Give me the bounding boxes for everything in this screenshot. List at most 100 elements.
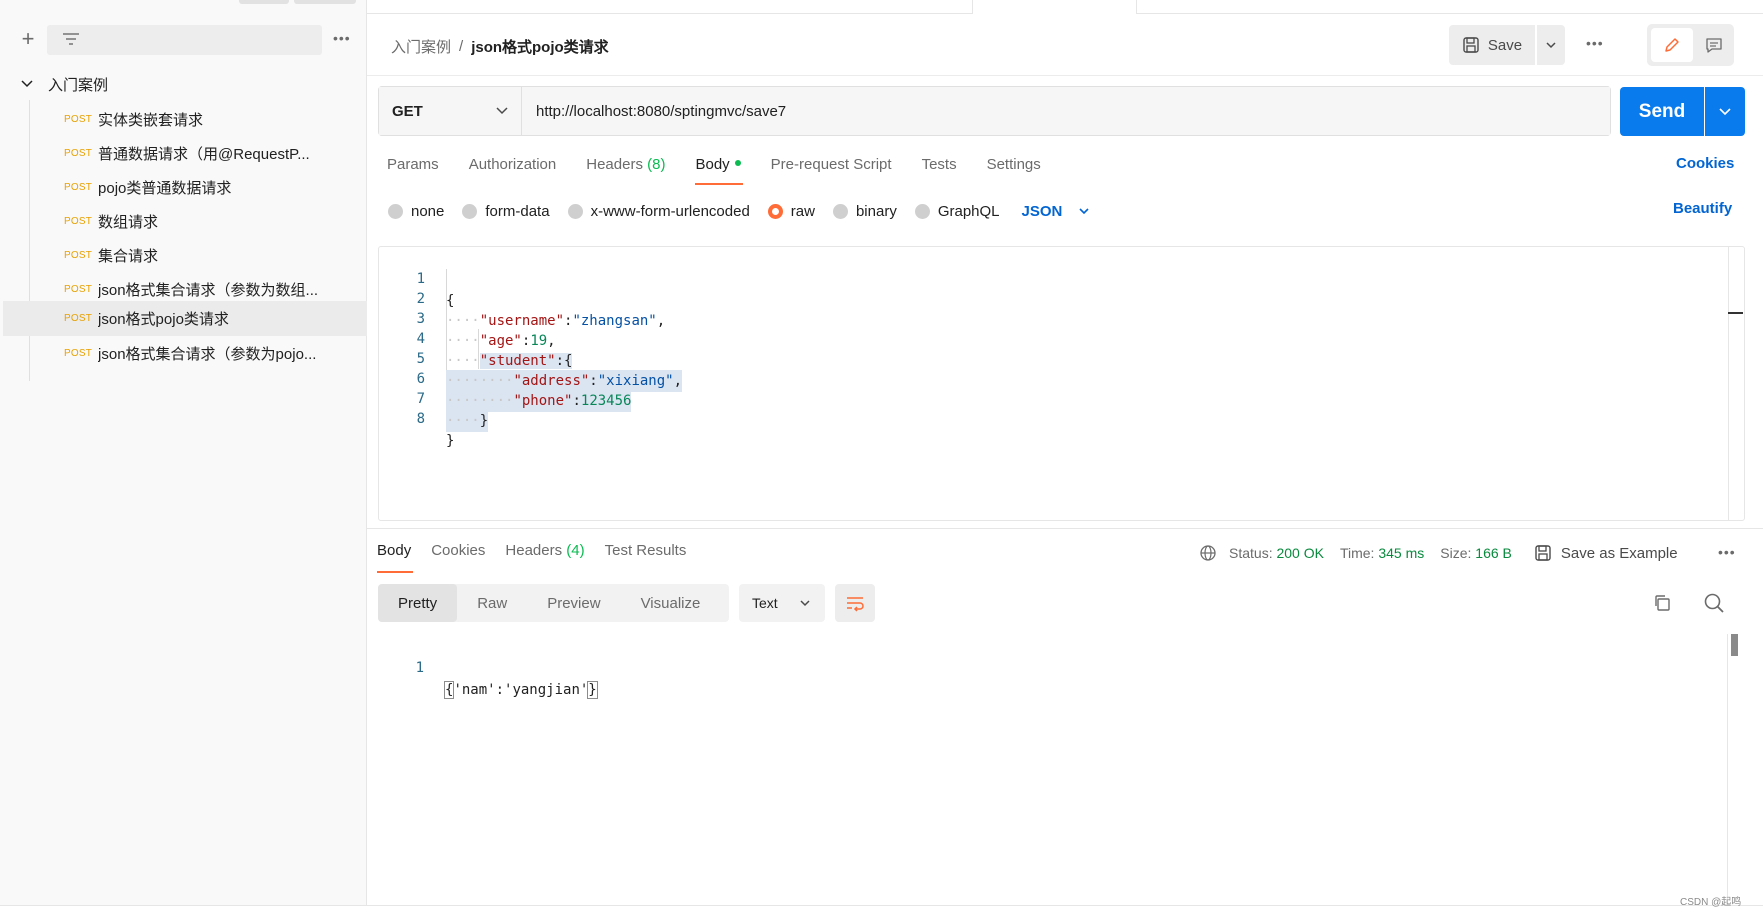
tab-authorization[interactable]: Authorization <box>469 155 557 185</box>
url-input[interactable]: http://localhost:8080/sptingmvc/save7 <box>522 87 1610 135</box>
response-meta: Status: 200 OK Time: 345 ms Size: 166 B … <box>1199 542 1678 564</box>
request-name: 实体类嵌套请求 <box>98 112 204 129</box>
chevron-down-icon <box>496 107 508 115</box>
request-name: json格式pojo类请求 <box>98 311 229 328</box>
send-button-group: Send <box>1620 87 1745 136</box>
request-name: pojo类普通数据请求 <box>98 180 232 197</box>
response-content: 'nam':'yangjian' <box>453 682 589 698</box>
tab-headers[interactable]: Headers (8) <box>586 155 665 185</box>
url-bar: GET http://localhost:8080/sptingmvc/save… <box>378 86 1611 136</box>
body-language-select[interactable]: JSON <box>1022 203 1091 220</box>
sidebar-request-item[interactable]: POST 集合请求 <box>3 238 367 273</box>
response-scroll-thumb[interactable] <box>1731 634 1738 656</box>
sidebar-request-item[interactable]: POST 实体类嵌套请求 <box>3 102 367 137</box>
response-body-text[interactable]: {'nam':'yangjian'} <box>443 679 598 701</box>
wrap-lines-button[interactable] <box>835 584 875 622</box>
line-number: 8 <box>416 411 425 427</box>
chevron-down-icon <box>1719 107 1731 115</box>
radio-label: form-data <box>485 202 550 220</box>
radio-graphql[interactable]: GraphQL <box>914 203 1000 220</box>
sidebar-request-item[interactable]: POST json格式集合请求（参数为pojo... <box>3 336 367 371</box>
search-icon[interactable] <box>1703 592 1725 614</box>
save-button[interactable]: Save <box>1449 25 1535 65</box>
code-line: 1 { <box>379 246 1709 309</box>
format-pretty[interactable]: Pretty <box>378 584 458 622</box>
response-body-line: 1 {'nam':'yangjian'} <box>378 635 598 699</box>
cookies-link[interactable]: Cookies <box>1676 155 1734 172</box>
code-text: } <box>446 433 455 449</box>
collection-folder[interactable]: 入门案例 <box>20 72 108 96</box>
copy-icon[interactable] <box>1652 593 1672 613</box>
tab-settings[interactable]: Settings <box>987 155 1041 185</box>
response-tab-headers[interactable]: Headers (4) <box>505 541 584 573</box>
chevron-down-icon[interactable] <box>20 77 34 91</box>
response-divider[interactable] <box>367 528 1763 529</box>
comments-view-button[interactable] <box>1697 28 1730 62</box>
code-line: 5 ········"address":"xixiang", <box>379 326 1709 392</box>
modified-dot-icon <box>734 160 741 166</box>
beautify-link[interactable]: Beautify <box>1673 200 1732 217</box>
breadcrumb-separator: / <box>459 37 464 55</box>
save-icon <box>1463 37 1479 53</box>
radio-binary[interactable]: binary <box>832 203 897 220</box>
sidebar-request-item[interactable]: POST 数组请求 <box>3 204 367 239</box>
size-value[interactable]: 166 B <box>1475 545 1512 561</box>
method-badge: POST <box>64 216 93 227</box>
code-line: 3 ····"age":19, <box>379 286 1709 349</box>
sidebar-search-input[interactable] <box>47 25 322 55</box>
request-body-editor[interactable]: 1 { 2 ····"username":"zhangsan", 3 ····"… <box>378 246 1745 521</box>
sidebar-request-item-active[interactable]: POST json格式pojo类请求 <box>3 301 367 336</box>
editor-scrollbar[interactable] <box>1728 247 1729 520</box>
send-button[interactable]: Send <box>1620 87 1704 136</box>
request-name: json格式集合请求（参数为数组... <box>98 282 319 299</box>
sidebar-top-button[interactable] <box>239 0 289 4</box>
status-value[interactable]: 200 OK <box>1276 545 1323 561</box>
response-tab-cookies[interactable]: Cookies <box>431 541 485 573</box>
radio-urlencoded[interactable]: x-www-form-urlencoded <box>567 203 750 220</box>
code-line: 2 ····"username":"zhangsan", <box>379 266 1709 329</box>
sidebar-top-button[interactable] <box>294 0 356 4</box>
save-as-example-label: Save as Example <box>1560 544 1678 562</box>
tab-headers-label: Headers <box>586 156 643 173</box>
method-select[interactable]: GET <box>379 87 522 135</box>
active-request-tab[interactable] <box>972 0 1137 14</box>
globe-icon[interactable] <box>1199 544 1217 562</box>
editor-scroll-marker[interactable] <box>1728 312 1743 314</box>
response-scrollbar[interactable] <box>1727 634 1728 905</box>
save-as-example-button[interactable]: Save as Example <box>1534 544 1678 562</box>
more-options-icon[interactable]: ••• <box>1586 35 1604 51</box>
radio-raw[interactable]: raw <box>767 203 815 220</box>
more-options-icon[interactable]: ••• <box>1718 544 1736 560</box>
response-tab-test-results[interactable]: Test Results <box>605 541 687 573</box>
breadcrumb-parent[interactable]: 入门案例 <box>391 36 451 57</box>
format-visualize[interactable]: Visualize <box>621 584 721 622</box>
tab-pre-request-script[interactable]: Pre-request Script <box>771 155 892 185</box>
sidebar-toolbar: + ••• <box>0 22 367 58</box>
view-toggle <box>1647 24 1734 66</box>
radio-none[interactable]: none <box>388 203 444 220</box>
format-raw[interactable]: Raw <box>457 584 527 622</box>
method-value: GET <box>392 102 423 120</box>
radio-form-data[interactable]: form-data <box>462 202 550 220</box>
radio-icon <box>567 203 583 219</box>
request-tab-strip <box>367 0 1763 14</box>
format-preview[interactable]: Preview <box>527 584 620 622</box>
send-dropdown-button[interactable] <box>1705 87 1745 136</box>
add-icon[interactable]: + <box>18 28 38 52</box>
more-options-icon[interactable]: ••• <box>333 30 351 46</box>
response-type-select[interactable]: Text <box>739 584 825 622</box>
comment-icon <box>1705 38 1722 53</box>
edit-view-button[interactable] <box>1651 28 1693 62</box>
sidebar-request-item[interactable]: POST 普通数据请求（用@RequestP... <box>3 136 367 171</box>
sidebar-request-item[interactable]: POST pojo类普通数据请求 <box>3 170 367 205</box>
tab-tests[interactable]: Tests <box>922 155 957 185</box>
filter-icon[interactable] <box>62 32 80 46</box>
save-dropdown-button[interactable] <box>1537 25 1565 65</box>
tab-body[interactable]: Body <box>695 155 743 185</box>
response-tab-body[interactable]: Body <box>377 541 414 573</box>
request-name: 集合请求 <box>98 248 159 265</box>
breadcrumb-current[interactable]: json格式pojo类请求 <box>471 36 609 57</box>
tab-params[interactable]: Params <box>387 155 439 185</box>
time-value[interactable]: 345 ms <box>1378 545 1424 561</box>
radio-label: none <box>411 202 445 220</box>
